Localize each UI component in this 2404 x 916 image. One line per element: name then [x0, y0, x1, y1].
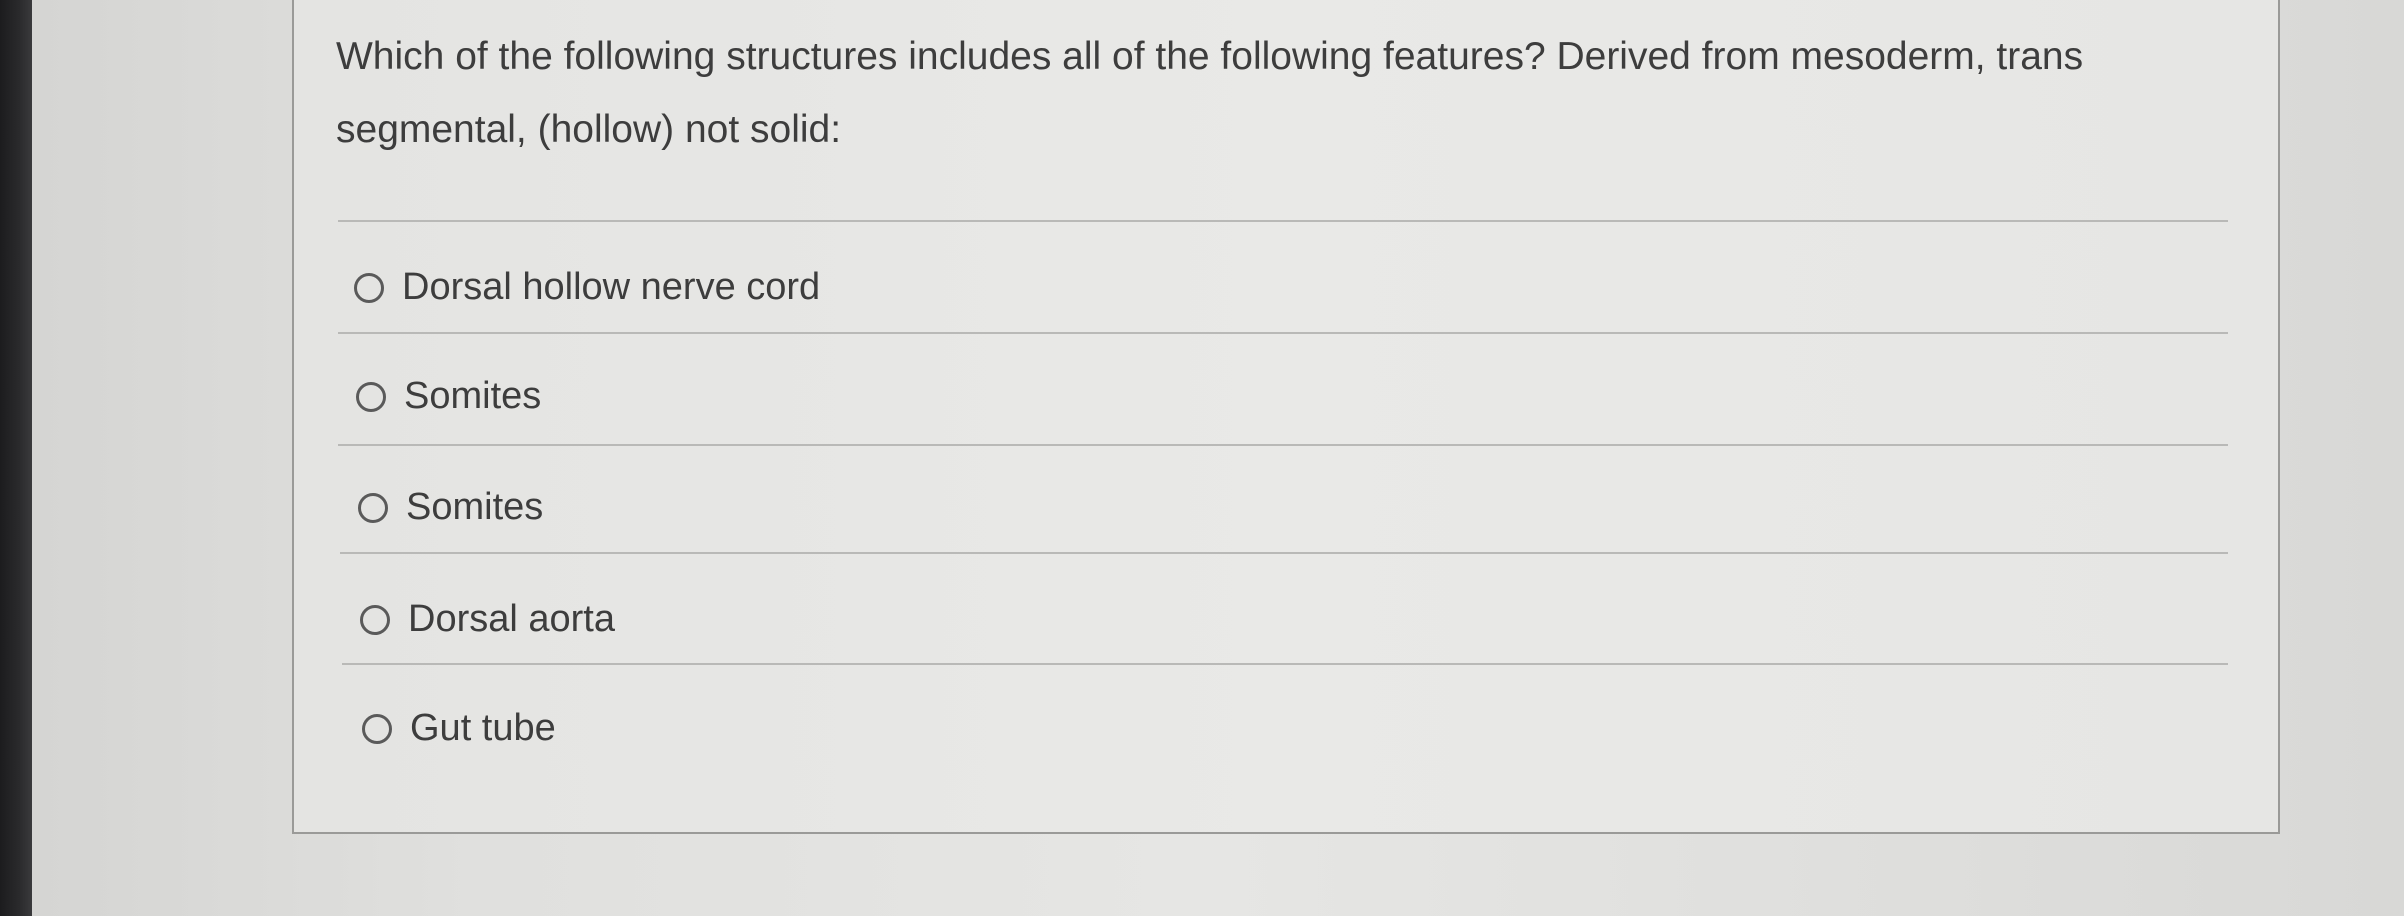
- option-label: Somites: [404, 375, 542, 417]
- option-dorsal-aorta[interactable]: Dorsal aorta: [360, 598, 615, 641]
- option-label: Dorsal aorta: [408, 598, 615, 640]
- option-label: Gut tube: [410, 707, 556, 749]
- option-label: Dorsal hollow nerve cord: [402, 266, 821, 308]
- divider: [338, 444, 2228, 446]
- option-somites-2[interactable]: Somites: [358, 486, 543, 529]
- option-somites-1[interactable]: Somites: [356, 375, 541, 418]
- question-card: Which of the following structures includ…: [292, 0, 2280, 834]
- option-label: Somites: [406, 486, 544, 528]
- question-text: Which of the following structures includ…: [336, 35, 2084, 151]
- radio-button[interactable]: [358, 492, 388, 523]
- dark-edge: [0, 0, 32, 916]
- divider: [338, 220, 2228, 222]
- divider: [342, 663, 2228, 665]
- radio-button[interactable]: [354, 272, 384, 303]
- divider: [340, 552, 2228, 554]
- radio-button[interactable]: [362, 713, 392, 744]
- divider: [338, 332, 2228, 334]
- option-gut-tube[interactable]: Gut tube: [362, 707, 556, 750]
- option-dorsal-hollow-nerve-cord[interactable]: Dorsal hollow nerve cord: [354, 266, 820, 309]
- radio-button[interactable]: [360, 604, 390, 635]
- radio-button[interactable]: [356, 381, 386, 412]
